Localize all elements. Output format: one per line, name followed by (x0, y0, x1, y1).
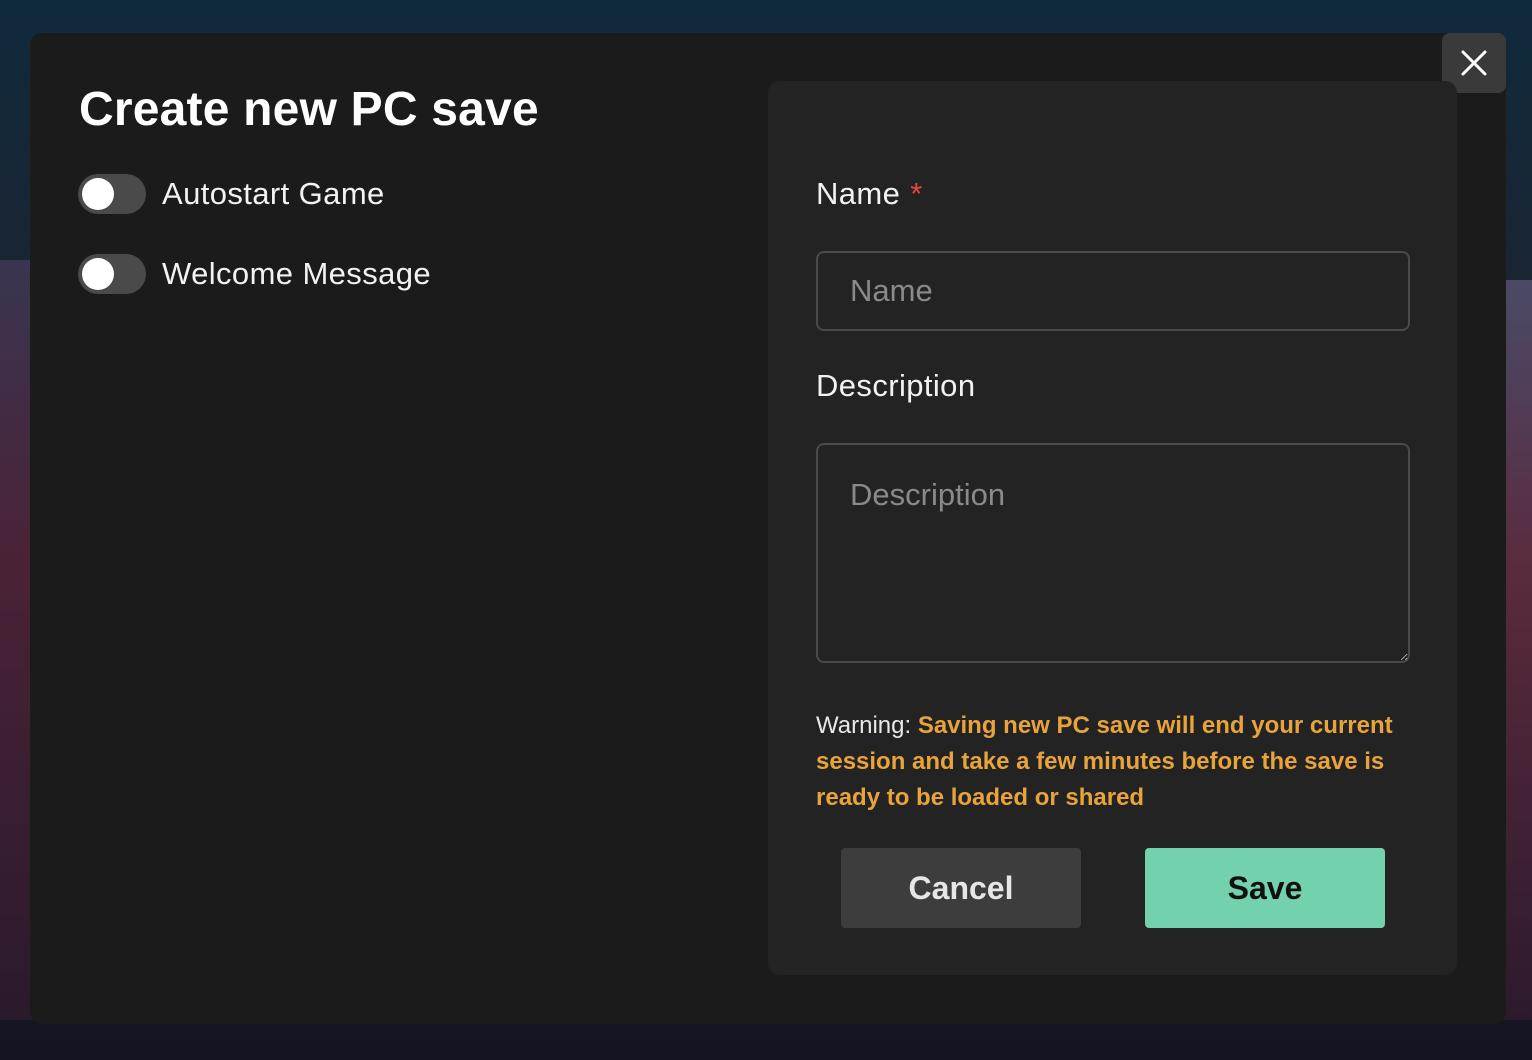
save-button[interactable]: Save (1145, 848, 1385, 928)
close-icon (1461, 50, 1487, 76)
name-field-label: Name * (816, 176, 923, 212)
warning-prefix: Warning: (816, 712, 918, 739)
welcome-message-label: Welcome Message (162, 256, 432, 291)
welcome-message-toggle[interactable] (78, 254, 146, 294)
welcome-message-setting: Welcome Message (78, 254, 431, 294)
required-asterisk: * (910, 176, 923, 211)
name-input[interactable] (816, 251, 1410, 331)
toggle-knob (82, 178, 114, 210)
dialog-title: Create new PC save (79, 83, 539, 136)
toggle-knob (82, 258, 114, 290)
save-warning: Warning: Saving new PC save will end you… (816, 708, 1416, 816)
description-textarea[interactable] (816, 443, 1410, 663)
autostart-game-label: Autostart Game (162, 176, 385, 211)
autostart-game-toggle[interactable] (78, 174, 146, 214)
autostart-game-setting: Autostart Game (78, 174, 385, 214)
description-field-label: Description (816, 368, 976, 403)
cancel-button[interactable]: Cancel (841, 848, 1081, 928)
name-label-text: Name (816, 176, 901, 211)
